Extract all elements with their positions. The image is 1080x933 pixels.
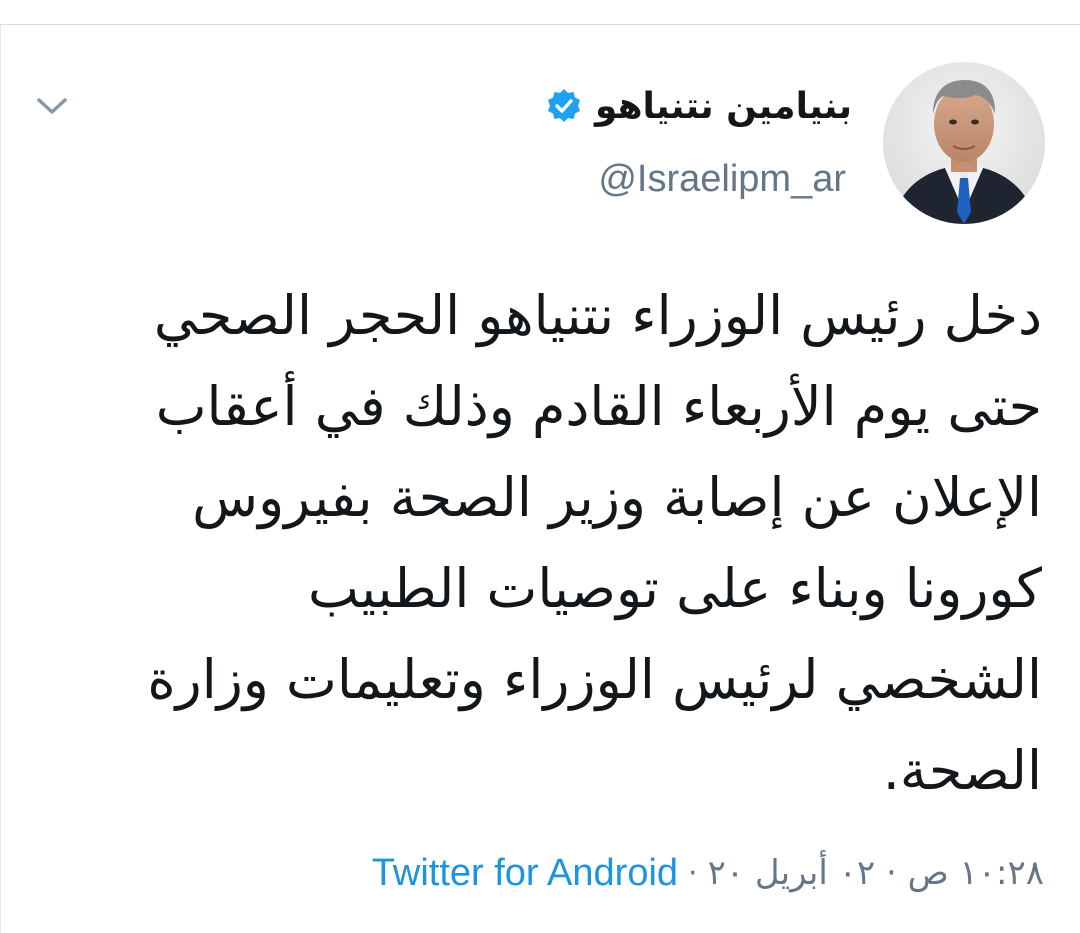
verified-badge-icon — [545, 87, 583, 125]
author-avatar[interactable] — [883, 62, 1045, 224]
tweet-line: كورونا وبناء على توصيات الطبيب — [308, 557, 1042, 620]
tweet-timestamp[interactable]: ١٠:٢٨ ص · ٠٢ أبريل ٢٠ — [708, 853, 1044, 893]
tweet-source-link[interactable]: Twitter for Android — [372, 852, 678, 895]
author-name-row: بنيامين نتنياهو — [545, 80, 852, 132]
tweet-body: دخل رئيس الوزراء نتنياهو الحجر الصحي حتى… — [102, 270, 1042, 816]
tweet-line: الصحة. — [882, 739, 1042, 802]
chevron-down-icon — [35, 96, 69, 120]
left-border — [0, 25, 1, 933]
tweet-meta: Twitter for Android · ١٠:٢٨ ص · ٠٢ أبريل… — [372, 848, 1044, 898]
meta-separator: · — [688, 855, 698, 891]
tweet-line: الشخصي لرئيس الوزراء وتعليمات وزارة — [147, 648, 1042, 711]
tweet-menu-chevron[interactable] — [32, 88, 72, 128]
author-handle[interactable]: @Israelipm_ar — [598, 158, 846, 201]
avatar-portrait-icon — [883, 62, 1045, 224]
tweet-line: حتى يوم الأربعاء القادم وذلك في أعقاب — [155, 375, 1042, 438]
tweet-line: دخل رئيس الوزراء نتنياهو الحجر الصحي — [153, 284, 1042, 347]
top-divider — [0, 24, 1080, 25]
tweet-line: الإعلان عن إصابة وزير الصحة بفيروس — [192, 466, 1042, 529]
author-display-name[interactable]: بنيامين نتنياهو — [595, 86, 852, 127]
